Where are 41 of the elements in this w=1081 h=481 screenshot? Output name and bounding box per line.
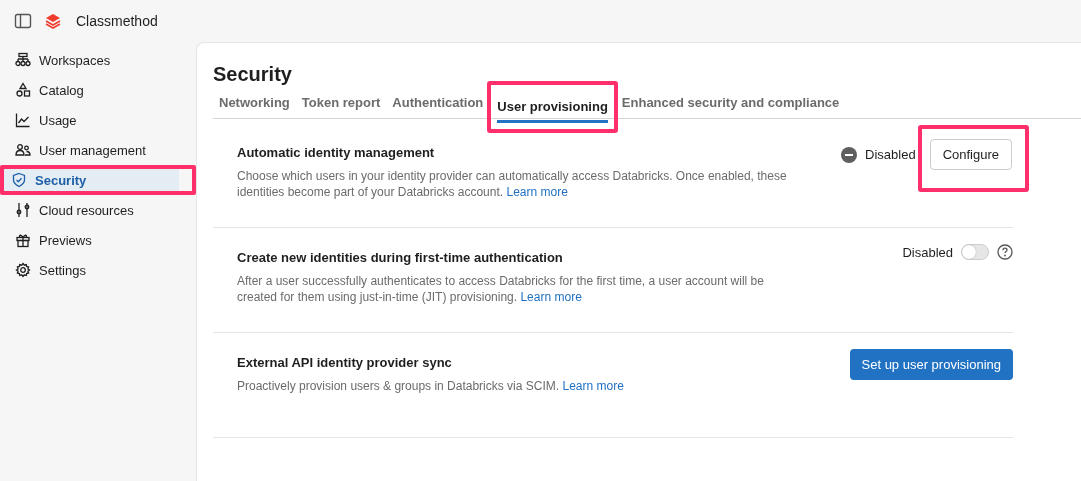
sidebar-item[interactable]: Cloud resources [5, 199, 185, 221]
tab[interactable]: User provisioning [497, 91, 608, 123]
setting-description: Proactively provision users & groups in Databricks via SCIM. Learn more [237, 378, 625, 394]
tab[interactable]: Networking [219, 87, 290, 119]
configure-button[interactable]: Configure [929, 139, 1012, 170]
sidebar-item[interactable]: Catalog [5, 79, 185, 101]
sidebar-toggle-icon[interactable] [14, 12, 32, 30]
hierarchy-icon [15, 52, 31, 68]
learn-more-link[interactable]: Learn more [562, 379, 624, 393]
users-icon [15, 142, 31, 158]
tab[interactable]: Token report [301, 87, 381, 119]
sidebar-item[interactable]: Security [4, 169, 179, 191]
gear-icon [15, 262, 31, 278]
sidebar-item[interactable]: Usage [5, 109, 185, 131]
page-title: Security [213, 63, 293, 86]
setting-title: Create new identities during first-time authentication [237, 250, 564, 265]
tab[interactable]: Authentication [392, 87, 484, 119]
gift-icon [15, 232, 31, 248]
shield-icon [11, 172, 27, 188]
learn-more-link[interactable]: Learn more [506, 185, 568, 199]
shapes-icon [15, 82, 31, 98]
status-label: Disabled [865, 147, 916, 162]
status-label: Disabled [902, 244, 953, 260]
sidebar-item[interactable]: Settings [5, 259, 185, 281]
sidebar-item[interactable]: User management [5, 139, 185, 161]
setting-title: External API identity provider sync [237, 355, 453, 370]
setting-description: After a user successfully authenticates to access Databricks for the first time, a user account will be created for them using just-in-time (JIT) provisioning. Learn more [237, 273, 765, 305]
sidebar-item[interactable]: Previews [5, 229, 185, 251]
sidebar-item[interactable]: Workspaces [5, 49, 185, 71]
sliders-icon [15, 202, 31, 218]
line-chart-icon [15, 112, 31, 128]
disabled-status-icon [841, 146, 858, 163]
setting-title: Automatic identity management [237, 145, 436, 160]
tab[interactable]: Enhanced security and compliance [621, 87, 840, 119]
setting-description: Choose which users in your identity provider can automatically access Databricks. Once enabled, these identities become part of your Databricks account. Learn more [237, 168, 788, 200]
setup-button[interactable]: Set up user provisioning [849, 349, 1013, 380]
learn-more-link[interactable]: Learn more [520, 290, 582, 304]
toggle-switch[interactable] [961, 244, 989, 260]
help-icon[interactable] [997, 244, 1013, 260]
organization-name: Classmethod [76, 13, 158, 29]
layers-logo-icon [44, 12, 62, 30]
